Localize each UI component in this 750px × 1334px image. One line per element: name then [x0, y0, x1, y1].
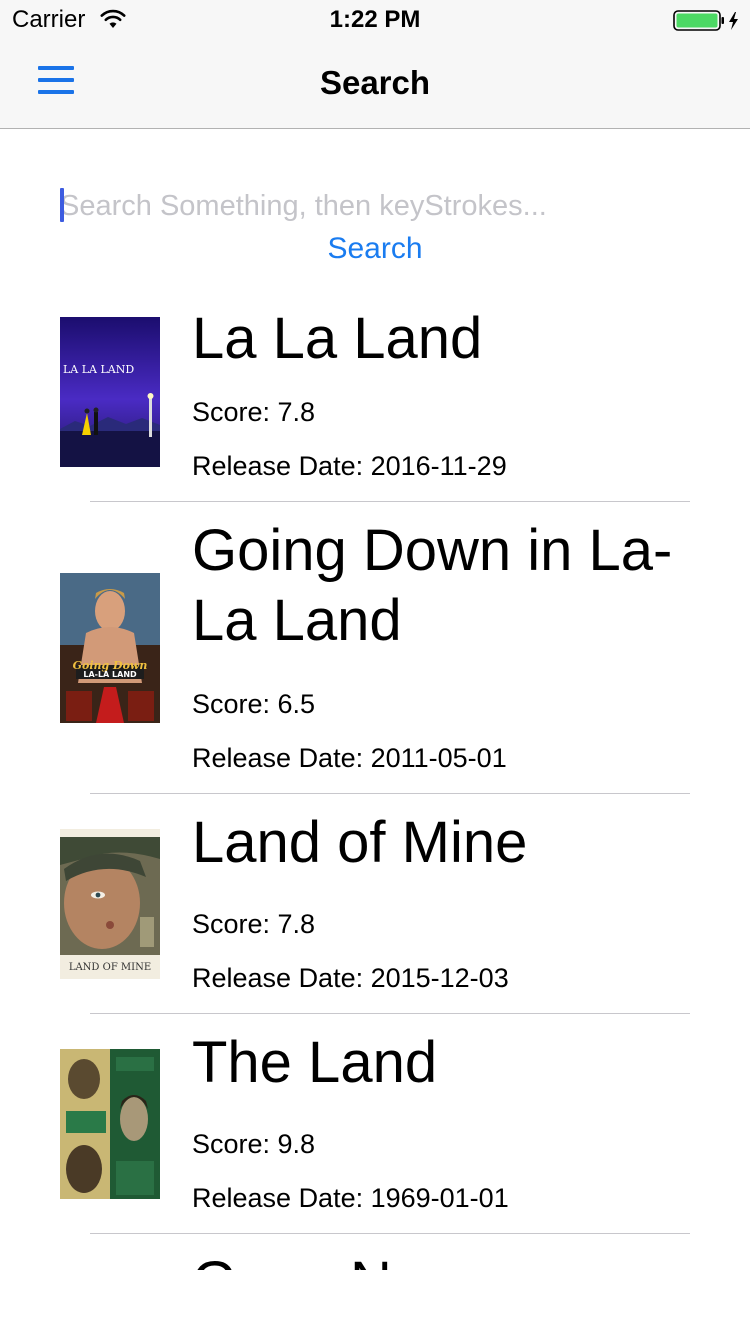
search-input[interactable]: [60, 186, 690, 226]
poster-subtitle: LA-LA LAND: [83, 670, 137, 679]
movie-score: Score: 6.5: [192, 689, 316, 719]
battery-icon: [673, 10, 743, 32]
movie-release-date: Release Date: 1969-01-01: [192, 1183, 509, 1213]
movie-title: La La Land: [192, 306, 483, 371]
movie-title: Land of Mine: [192, 810, 528, 875]
movie-poster: LA LA LAND: [60, 317, 160, 467]
movie-poster: LAND OF MINE: [60, 829, 160, 979]
list-item[interactable]: LAND OF MINE Land of Mine Score: 7.8 Rel…: [0, 794, 750, 1014]
movie-title: The Land: [192, 1030, 438, 1095]
movie-title: Going Down in La-La Land: [192, 518, 673, 653]
page-title: Search: [319, 64, 431, 101]
list-item[interactable]: Going Down LA-LA LAND Going Down in La-L…: [0, 502, 750, 794]
movie-score: Score: 9.8: [192, 1129, 316, 1159]
list-item[interactable]: The Land Score: 9.8 Release Date: 1969-0…: [0, 1014, 750, 1234]
movie-score: Score: 7.8: [192, 909, 316, 939]
movie-release-date: Release Date: 2015-12-03: [192, 963, 509, 993]
status-bar: Carrier 1:22 PM: [0, 0, 750, 40]
movie-release-date: Release Date: 2016-11-29: [192, 451, 507, 481]
movie-poster: Going Down LA-LA LAND: [60, 573, 160, 723]
movie-title: Gone N: [192, 1248, 392, 1270]
poster-title: LA LA LAND: [63, 363, 134, 376]
poster-title: LAND OF MINE: [69, 962, 151, 973]
search-button[interactable]: Search: [0, 232, 750, 266]
movie-release-date: Release Date: 2011-05-01: [192, 743, 507, 773]
movie-poster: [60, 1049, 160, 1199]
list-item[interactable]: Gone N: [0, 1234, 750, 1270]
clock: 1:22 PM: [329, 6, 421, 33]
movie-score: Score: 7.8: [192, 397, 316, 427]
list-item[interactable]: LA LA LAND La La Land Score: 7.8 Release…: [0, 290, 750, 502]
navigation-bar: Search: [0, 40, 750, 129]
results-list[interactable]: LA LA LAND La La Land Score: 7.8 Release…: [0, 290, 750, 1270]
text-cursor: [60, 188, 64, 222]
